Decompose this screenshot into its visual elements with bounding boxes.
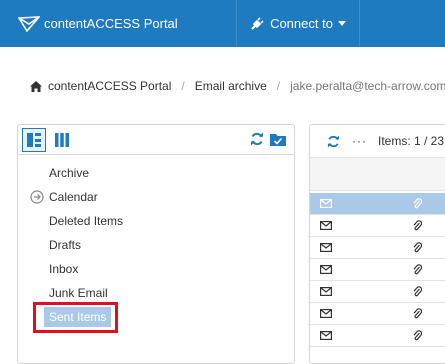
envelope-icon bbox=[320, 265, 332, 274]
paperclip-icon bbox=[413, 220, 422, 231]
folder-item-deleted-items[interactable]: Deleted Items bbox=[18, 209, 294, 233]
folder-item-calendar[interactable]: Calendar bbox=[18, 185, 294, 209]
caret-down-icon bbox=[337, 21, 346, 26]
paperclip-icon bbox=[413, 198, 422, 209]
top-navbar: contentACCESS Portal Connect to bbox=[0, 0, 445, 47]
mail-list-toolbar: ··· Items: 1 / 23 bbox=[310, 125, 445, 157]
breadcrumb: contentACCESS Portal / Email archive / j… bbox=[30, 78, 445, 94]
mail-list-panel: ··· Items: 1 / 23 bbox=[309, 124, 445, 364]
envelope-icon bbox=[320, 331, 332, 340]
folder-item-inbox[interactable]: Inbox bbox=[18, 257, 294, 281]
column-view-button[interactable] bbox=[50, 128, 74, 152]
selection-highlight-box bbox=[33, 302, 118, 333]
connect-to-label: Connect to bbox=[270, 16, 333, 31]
envelope-icon bbox=[320, 221, 332, 230]
mail-rows bbox=[310, 193, 445, 347]
paperclip-icon bbox=[413, 286, 422, 297]
paperclip-icon bbox=[413, 242, 422, 253]
folder-item-archive[interactable]: Archive bbox=[18, 161, 294, 185]
folder-item-drafts[interactable]: Drafts bbox=[18, 233, 294, 257]
home-icon bbox=[30, 80, 42, 92]
table-row[interactable] bbox=[310, 215, 445, 237]
table-row[interactable] bbox=[310, 237, 445, 259]
table-row[interactable] bbox=[310, 325, 445, 347]
envelope-icon bbox=[320, 199, 332, 208]
tree-view-icon bbox=[27, 133, 41, 147]
plug-icon bbox=[251, 16, 264, 30]
refresh-icon[interactable] bbox=[327, 134, 340, 148]
table-row[interactable] bbox=[310, 281, 445, 303]
brand-title: contentACCESS Portal bbox=[44, 16, 178, 31]
breadcrumb-item-portal[interactable]: contentACCESS Portal bbox=[48, 79, 171, 93]
paperclip-icon bbox=[413, 264, 422, 275]
breadcrumb-item-mailbox: jake.peralta@tech-arrow.com bbox=[290, 79, 445, 93]
folder-panel: Archive Calendar Deleted Items Drafts In… bbox=[17, 124, 295, 364]
folder-check-icon[interactable] bbox=[270, 132, 286, 146]
paperclip-icon bbox=[413, 308, 422, 319]
table-row[interactable] bbox=[310, 259, 445, 281]
mail-list-header bbox=[310, 157, 445, 191]
column-view-icon bbox=[55, 133, 69, 147]
paperclip-icon bbox=[413, 330, 422, 341]
navbar-divider bbox=[359, 0, 360, 47]
circle-arrow-icon[interactable] bbox=[30, 190, 44, 204]
more-options-button[interactable]: ··· bbox=[352, 134, 367, 148]
table-row[interactable] bbox=[310, 193, 445, 215]
refresh-icon[interactable] bbox=[250, 132, 264, 146]
breadcrumb-item-email-archive[interactable]: Email archive bbox=[195, 79, 267, 93]
envelope-icon bbox=[320, 243, 332, 252]
envelope-icon bbox=[320, 309, 332, 318]
connect-to-menu[interactable]: Connect to bbox=[237, 0, 359, 47]
folder-panel-toolbar bbox=[18, 125, 294, 155]
tree-view-button[interactable] bbox=[22, 128, 46, 152]
envelope-icon bbox=[320, 287, 332, 296]
items-count: Items: 1 / 23 bbox=[378, 134, 445, 148]
brand[interactable]: contentACCESS Portal bbox=[0, 0, 236, 47]
table-row[interactable] bbox=[310, 303, 445, 325]
logo-icon bbox=[18, 15, 40, 32]
